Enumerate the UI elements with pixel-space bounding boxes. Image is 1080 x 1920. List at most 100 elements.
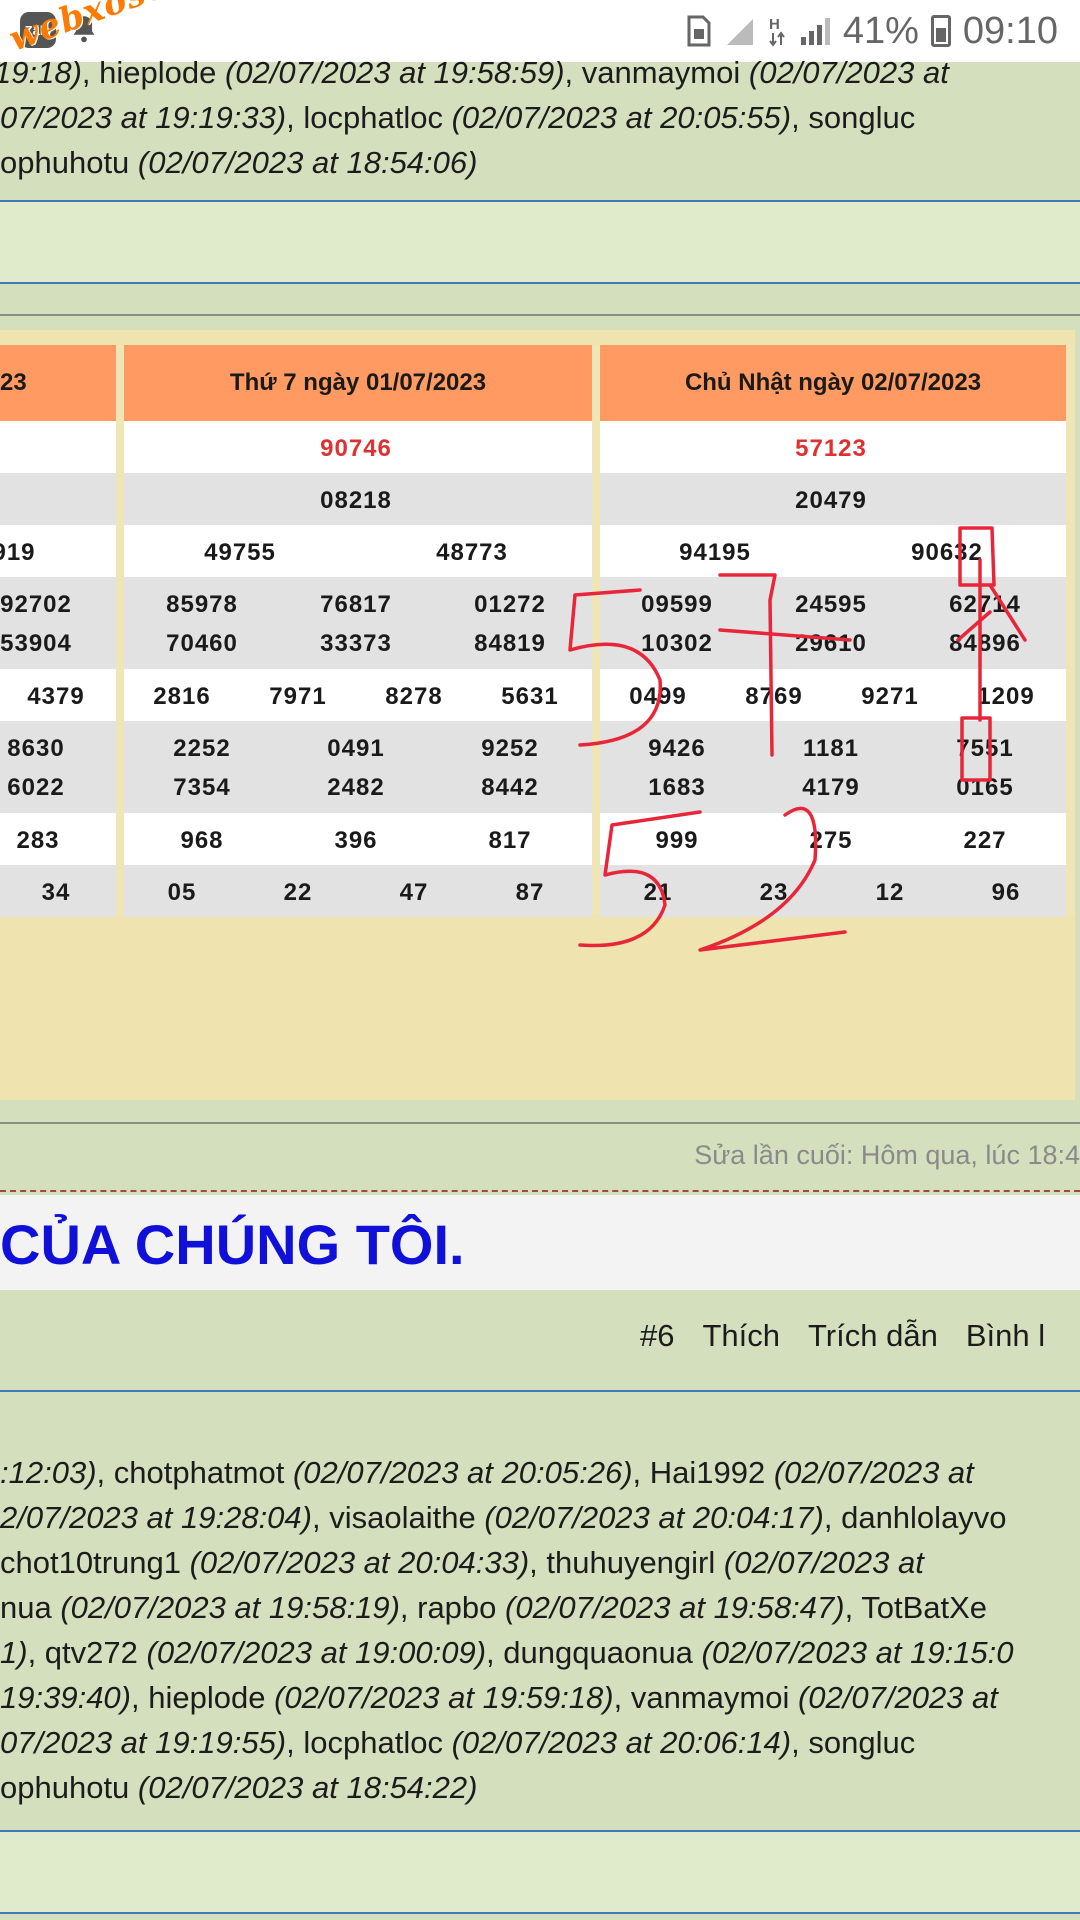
thanks-line: :12:03), chotphatmot (02/07/2023 at 20:0… bbox=[0, 1450, 1080, 1495]
post-footer-band bbox=[0, 202, 1080, 282]
thanks-user-link[interactable]: , danhlolayvo bbox=[824, 1500, 1007, 1535]
row-fifth: 8630 6022 bbox=[0, 721, 116, 813]
thanks-time: 19: bbox=[0, 55, 38, 90]
divider bbox=[0, 1122, 1080, 1124]
prize-number: 9271 bbox=[861, 683, 919, 710]
thanks-time: 07/2023 at 19:19:33) bbox=[0, 100, 287, 135]
prize-number: 2482 bbox=[327, 774, 385, 801]
prize-number: 7354 bbox=[173, 774, 231, 801]
row-seventh: 34 bbox=[0, 865, 116, 917]
prize-number: 01272 bbox=[474, 591, 546, 618]
results-column-sunday: Chủ Nhật ngày 02/07/2023 57123 20479 941… bbox=[600, 345, 1066, 917]
thanks-time: (02/07/2023 at bbox=[773, 1455, 974, 1490]
thanks-time: 2/07/2023 at 19:28:04) bbox=[0, 1500, 312, 1535]
prize-number: 919 bbox=[0, 539, 36, 566]
divider bbox=[0, 282, 1080, 284]
prize-number: 09599 bbox=[641, 591, 713, 618]
thanks-user-link[interactable]: , songluc bbox=[791, 1725, 915, 1760]
row-fourth: 0499 8769 9271 1209 bbox=[600, 669, 1066, 721]
thanks-user-link[interactable]: , chotphatmot bbox=[97, 1455, 293, 1490]
thanks-user-link[interactable]: , visaolaithe bbox=[312, 1500, 484, 1535]
thanks-user-link[interactable]: , locphatloc bbox=[286, 100, 451, 135]
row-special: 57123 bbox=[600, 421, 1066, 473]
thanks-user-link[interactable]: , TotBatXe bbox=[845, 1590, 987, 1625]
thanks-line: chot10trung1 (02/07/2023 at 20:04:33), t… bbox=[0, 1540, 1080, 1585]
divider bbox=[0, 1912, 1080, 1914]
thanks-user-link[interactable]: , rapbo bbox=[400, 1590, 505, 1625]
prize-number: 8442 bbox=[481, 774, 539, 801]
prize-number: 968 bbox=[180, 827, 224, 854]
prize-number: 48773 bbox=[436, 539, 508, 566]
thanks-time: (02/07/2023 at bbox=[723, 1545, 924, 1580]
thanks-user-link[interactable]: ophuhotu bbox=[0, 145, 138, 180]
thanks-time: :12:03) bbox=[0, 1455, 97, 1490]
thanks-time: (02/07/2023 at 19:58:19) bbox=[60, 1590, 400, 1625]
row-seventh: 05 22 47 87 bbox=[124, 865, 592, 917]
prize-number: 76817 bbox=[320, 591, 392, 618]
thanks-time: (02/07/2023 at 19:58:47) bbox=[505, 1590, 845, 1625]
thanks-user-link[interactable]: ophuhotu bbox=[0, 1770, 138, 1805]
prize-number: 53904 bbox=[0, 630, 72, 657]
battery-icon bbox=[930, 15, 951, 47]
row-fourth: 2816 7971 8278 5631 bbox=[124, 669, 592, 721]
thanks-user-link[interactable]: , vanmaymoi bbox=[614, 1680, 798, 1715]
thanks-user-link[interactable]: , hieplode bbox=[131, 1680, 274, 1715]
post-number-link[interactable]: #6 bbox=[640, 1318, 674, 1354]
thanks-time: 18) bbox=[37, 55, 82, 90]
thanks-time: (02/07/2023 at 19:58:59) bbox=[224, 55, 565, 90]
thanks-time: (02/07/2023 at 20:04:33) bbox=[189, 1545, 530, 1580]
thanks-user-link[interactable]: , songluc bbox=[791, 100, 915, 135]
prize-number: 24595 bbox=[795, 591, 867, 618]
thanks-user-link[interactable]: , vanmaymoi bbox=[565, 55, 749, 90]
thanks-user-link[interactable]: , Hai1992 bbox=[633, 1455, 774, 1490]
comment-button[interactable]: Bình l bbox=[966, 1318, 1045, 1354]
quote-button[interactable]: Trích dẫn bbox=[808, 1318, 938, 1354]
thanks-user-link[interactable]: , thuhuyengirl bbox=[529, 1545, 724, 1580]
prize-number: 08218 bbox=[320, 487, 392, 514]
row-fourth: 4379 bbox=[0, 669, 116, 721]
prize-number: 8630 bbox=[7, 735, 65, 762]
thanks-time: (02/07/2023 at 19:59:18) bbox=[274, 1680, 614, 1715]
prize-number: 62714 bbox=[949, 591, 1021, 618]
thanks-user-link[interactable]: nua bbox=[0, 1590, 60, 1625]
data-h-icon: H bbox=[769, 16, 785, 47]
column-separator bbox=[116, 345, 124, 915]
thanks-line: ophuhotu (02/07/2023 at 18:54:22) bbox=[0, 1765, 1080, 1810]
thanks-list-bottom: :12:03), chotphatmot (02/07/2023 at 20:0… bbox=[0, 1450, 1080, 1810]
thanks-time: (02/07/2023 at 19:00:09) bbox=[146, 1635, 487, 1670]
prize-number: 2252 bbox=[173, 735, 231, 762]
thanks-user-link[interactable]: , dungquaonua bbox=[486, 1635, 702, 1670]
prize-number: 33373 bbox=[320, 630, 392, 657]
last-edited-note: Sửa lần cuối: Hôm qua, lúc 18:4 bbox=[694, 1140, 1080, 1170]
prize-number: 1209 bbox=[977, 683, 1035, 710]
prize-number: 21 bbox=[643, 879, 673, 906]
thanks-user-link[interactable]: chot10trung1 bbox=[0, 1545, 190, 1580]
results-column-partial: 23 919 92702 53904 4379 8630 6022 283 34 bbox=[0, 345, 116, 917]
divider bbox=[0, 314, 1080, 316]
thanks-time: 1) bbox=[0, 1635, 28, 1670]
dashed-separator bbox=[0, 1190, 1080, 1192]
prize-number: 90632 bbox=[911, 539, 983, 566]
signal-bars-icon bbox=[800, 18, 830, 45]
prize-number: 6022 bbox=[7, 774, 65, 801]
row-sixth: 999 275 227 bbox=[600, 813, 1066, 865]
prize-number: 7971 bbox=[269, 683, 327, 710]
thanks-line: ophuhotu (02/07/2023 at 18:54:06) bbox=[0, 140, 1080, 185]
prize-number: 70460 bbox=[166, 630, 238, 657]
special-prize: 90746 bbox=[320, 435, 392, 462]
row-seventh: 21 23 12 96 bbox=[600, 865, 1066, 917]
prize-number: 283 bbox=[16, 827, 60, 854]
like-button[interactable]: Thích bbox=[702, 1318, 780, 1354]
thanks-user-link[interactable]: , qtv272 bbox=[28, 1635, 147, 1670]
row-third: 92702 53904 bbox=[0, 577, 116, 669]
prize-number: 84819 bbox=[474, 630, 546, 657]
prize-number: 10302 bbox=[641, 630, 713, 657]
prize-number: 0165 bbox=[956, 774, 1014, 801]
post-headline: CỦA CHÚNG TÔI. bbox=[0, 1213, 465, 1276]
thanks-user-link[interactable]: , locphatloc bbox=[286, 1725, 451, 1760]
thanks-line: 1), qtv272 (02/07/2023 at 19:00:09), dun… bbox=[0, 1630, 1080, 1675]
thanks-user-link[interactable]: , hieplode bbox=[82, 55, 225, 90]
thanks-line: nua (02/07/2023 at 19:58:19), rapbo (02/… bbox=[0, 1585, 1080, 1630]
clock: 09:10 bbox=[962, 9, 1058, 52]
row-first: 08218 bbox=[124, 473, 592, 525]
